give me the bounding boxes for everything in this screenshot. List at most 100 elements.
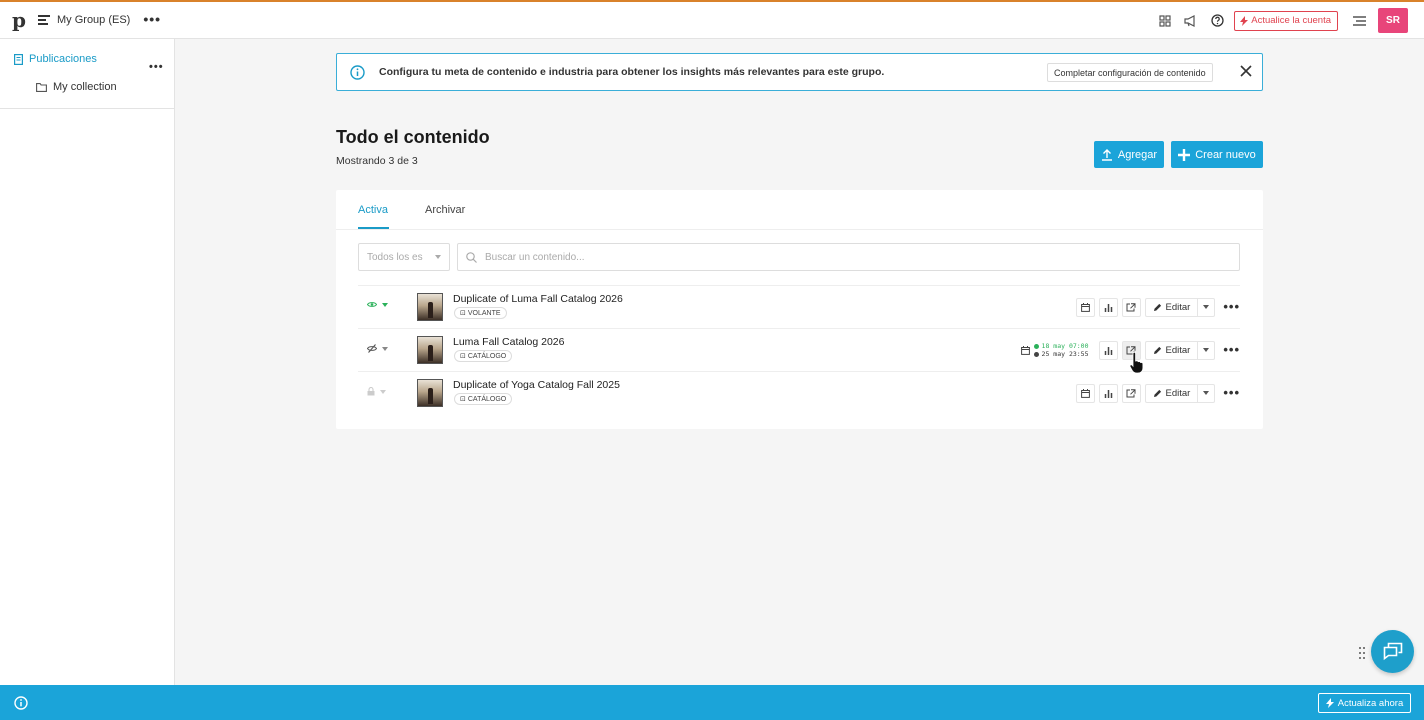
chevron-down-icon — [380, 389, 386, 394]
edit-dropdown-button[interactable] — [1198, 383, 1216, 403]
row-actions: Editar ••• — [1072, 296, 1240, 318]
group-name: My Group (ES) — [57, 14, 131, 26]
row-more-button[interactable]: ••• — [1223, 300, 1240, 313]
help-button[interactable] — [1204, 8, 1230, 34]
visibility-toggle[interactable] — [367, 301, 388, 308]
visibility-toggle[interactable] — [367, 387, 386, 396]
chat-button[interactable] — [1371, 630, 1414, 673]
sidebar: Publicaciones ••• My collection — [0, 39, 175, 685]
calendar-icon — [1080, 302, 1090, 312]
content-thumbnail[interactable] — [417, 293, 443, 321]
more-horizontal-icon: ••• — [143, 11, 162, 27]
group-menu[interactable]: My Group (ES) — [38, 14, 130, 26]
group-more-button[interactable]: ••• — [143, 11, 161, 29]
apps-grid-button[interactable] — [1152, 8, 1178, 34]
hand-cursor-icon — [1129, 351, 1145, 379]
schedule-button[interactable] — [1075, 297, 1095, 317]
sidebar-more-button[interactable]: ••• — [149, 57, 164, 75]
upgrade-label: Actualice la cuenta — [1251, 15, 1331, 26]
content-thumbnail[interactable] — [417, 336, 443, 364]
edit-button[interactable]: Editar — [1144, 383, 1199, 403]
tab-bar: Activa Archivar — [336, 190, 1263, 230]
lightning-icon — [1325, 698, 1334, 708]
table-row[interactable]: Duplicate of Yoga Catalog Fall 2025 ⊡ CAT… — [358, 371, 1240, 414]
chevron-down-icon — [1203, 348, 1210, 352]
bar-chart-icon — [1104, 303, 1112, 312]
content-title[interactable]: Duplicate of Luma Fall Catalog 2026 — [453, 293, 623, 305]
close-icon — [1240, 65, 1252, 77]
content-type-badge: ⊡ CATÁLOGO — [454, 393, 513, 405]
edit-dropdown-button[interactable] — [1198, 340, 1216, 360]
bar-chart-icon — [1104, 389, 1112, 398]
visible-eye-icon — [367, 302, 377, 307]
content-title[interactable]: Duplicate of Yoga Catalog Fall 2025 — [453, 379, 620, 391]
announcements-button[interactable] — [1178, 8, 1204, 34]
tab-archive[interactable]: Archivar — [425, 204, 465, 216]
schedule-button[interactable] — [1075, 383, 1095, 403]
main-menu-button[interactable] — [1346, 8, 1372, 34]
edit-label: Editar — [1165, 387, 1191, 399]
content-card: Activa Archivar Todos los es Duplicate o… — [336, 190, 1263, 429]
calendar-icon — [1020, 345, 1030, 355]
app-logo[interactable]: p — [12, 8, 26, 32]
stats-button[interactable] — [1098, 383, 1118, 403]
sidebar-divider — [0, 108, 174, 109]
content-title[interactable]: Luma Fall Catalog 2026 — [453, 336, 565, 348]
edit-label: Editar — [1165, 344, 1191, 356]
search-input[interactable] — [485, 251, 1185, 263]
schedule-info[interactable]: 18 may 07:00 25 may 23:55 — [1020, 342, 1089, 358]
schedule-start: 18 may 07:00 — [1041, 342, 1089, 350]
book-icon: ⊡ — [460, 353, 466, 360]
avatar[interactable]: SR — [1378, 8, 1408, 33]
add-label: Agregar — [1117, 148, 1158, 161]
pencil-icon — [1153, 303, 1161, 311]
grid-icon — [1159, 14, 1171, 27]
edit-button[interactable]: Editar — [1144, 297, 1199, 317]
banner-close-button[interactable] — [1239, 64, 1253, 83]
create-new-button[interactable]: Crear nuevo — [1171, 141, 1263, 168]
edit-dropdown-button[interactable] — [1198, 297, 1216, 317]
help-icon — [1211, 14, 1224, 27]
info-icon — [14, 696, 28, 710]
upgrade-account-button[interactable]: Actualice la cuenta — [1234, 10, 1338, 31]
status-filter-select[interactable]: Todos los es — [358, 243, 450, 271]
sidebar-item-label: Publicaciones — [29, 53, 97, 65]
schedule-end: 25 may 23:55 — [1041, 350, 1089, 358]
bottom-info-button[interactable] — [14, 696, 28, 715]
book-icon: ⊡ — [460, 310, 466, 317]
edit-button[interactable]: Editar — [1144, 340, 1199, 360]
chat-icon — [1383, 642, 1402, 661]
more-horizontal-icon: ••• — [1223, 299, 1240, 314]
complete-setup-button[interactable]: Completar configuración de contenido — [1047, 63, 1213, 82]
row-more-button[interactable]: ••• — [1223, 386, 1240, 399]
share-button[interactable] — [1121, 297, 1141, 317]
content-type-badge: ⊡ VOLANTE — [454, 307, 507, 319]
megaphone-icon — [1184, 14, 1195, 27]
filter-value: Todos los es — [367, 251, 423, 263]
content-thumbnail[interactable] — [417, 379, 443, 407]
setup-banner: Configura tu meta de contenido e industr… — [336, 53, 1263, 91]
share-button[interactable] — [1121, 383, 1141, 403]
row-more-button[interactable]: ••• — [1223, 343, 1240, 356]
row-actions: Editar ••• — [1072, 382, 1240, 404]
sidebar-item-publications[interactable]: Publicaciones — [14, 53, 97, 65]
pencil-icon — [1153, 389, 1161, 397]
stats-button[interactable] — [1098, 297, 1118, 317]
book-icon: ⊡ — [460, 396, 466, 403]
publication-icon — [14, 53, 23, 65]
add-button[interactable]: Agregar — [1094, 141, 1164, 168]
edit-label: Editar — [1165, 301, 1191, 313]
sidebar-item-my-collection[interactable]: My collection — [36, 81, 117, 93]
table-row[interactable]: Luma Fall Catalog 2026 ⊡ CATÁLOGO 18 may … — [358, 328, 1240, 371]
stats-button[interactable] — [1098, 340, 1118, 360]
drag-handle-icon[interactable] — [1358, 646, 1366, 660]
upgrade-now-button[interactable]: Actualiza ahora — [1318, 693, 1411, 713]
share-icon — [1126, 388, 1136, 397]
tab-active[interactable]: Activa — [358, 204, 388, 216]
table-row[interactable]: Duplicate of Luma Fall Catalog 2026 ⊡ VOL… — [358, 285, 1240, 328]
menu-icon — [1352, 15, 1366, 26]
visibility-toggle[interactable] — [367, 344, 388, 353]
upgrade-now-label: Actualiza ahora — [1337, 697, 1404, 709]
lock-icon — [367, 387, 375, 396]
share-icon — [1126, 302, 1136, 311]
